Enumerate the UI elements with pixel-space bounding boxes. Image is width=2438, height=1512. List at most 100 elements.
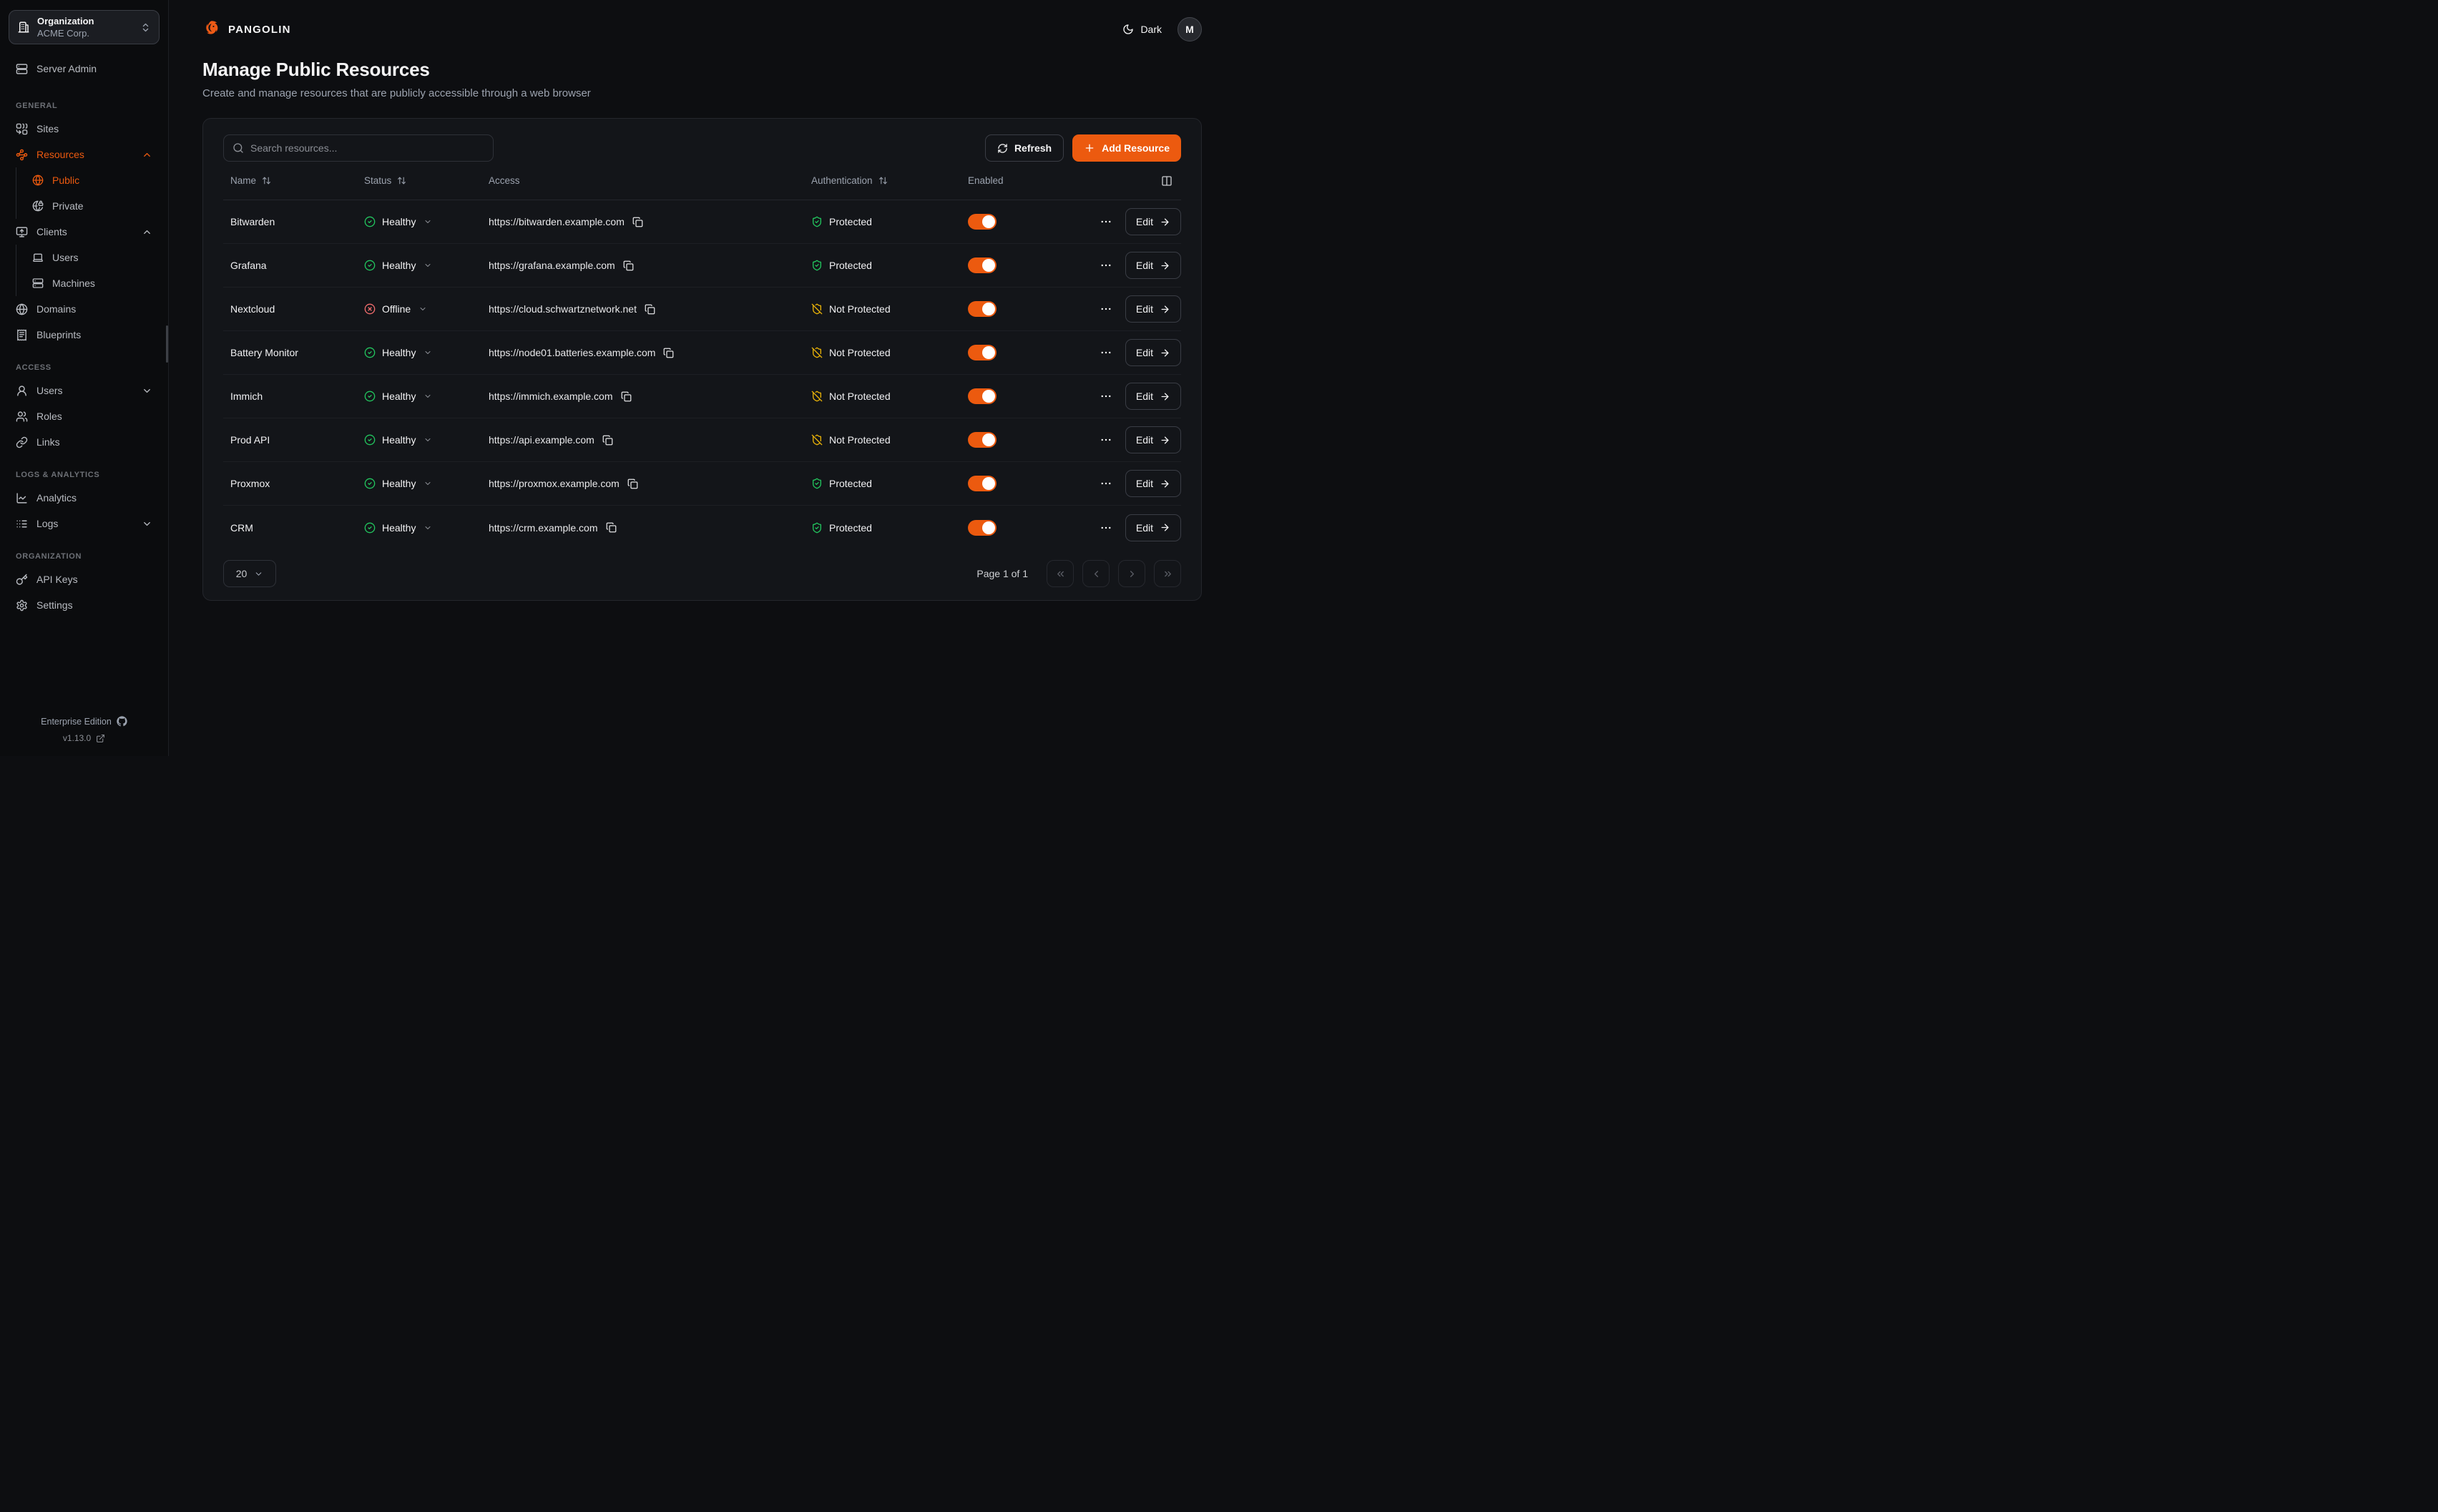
next-page-button[interactable] (1118, 560, 1145, 587)
edition-link[interactable]: Enterprise Edition (41, 716, 127, 727)
sidebar-item-settings[interactable]: Settings (9, 592, 160, 618)
sidebar-item-analytics[interactable]: Analytics (9, 485, 160, 511)
enabled-toggle[interactable] (968, 476, 997, 491)
chevron-down-icon (418, 305, 427, 313)
sidebar-item-users[interactable]: Users (9, 378, 160, 403)
copy-url-button[interactable] (645, 304, 655, 315)
sidebar-item-label: Roles (36, 411, 152, 422)
add-resource-button[interactable]: Add Resource (1072, 134, 1181, 162)
resource-url[interactable]: https://proxmox.example.com (489, 478, 620, 489)
sidebar-item-public[interactable]: Public (25, 167, 160, 193)
edit-button[interactable]: Edit (1125, 426, 1181, 453)
ellipsis-icon (1100, 477, 1112, 490)
sidebar-item-machines[interactable]: Machines (25, 270, 160, 296)
status-cell[interactable]: Healthy (357, 216, 481, 227)
brand[interactable]: PANGOLIN (202, 20, 291, 39)
sidebar-item-client-users[interactable]: Users (25, 245, 160, 270)
server-icon (16, 63, 28, 75)
sidebar-item-blueprints[interactable]: Blueprints (9, 322, 160, 348)
row-menu-button[interactable] (1100, 303, 1112, 315)
sort-button-authentication[interactable] (878, 176, 888, 185)
sidebar-item-server-admin[interactable]: Server Admin (9, 56, 160, 82)
enabled-toggle[interactable] (968, 257, 997, 273)
row-menu-button[interactable] (1100, 390, 1112, 403)
edit-button[interactable]: Edit (1125, 339, 1181, 366)
sidebar-scrollbar[interactable] (166, 325, 168, 363)
resource-name: Immich (223, 391, 357, 402)
status-cell[interactable]: Offline (357, 303, 481, 315)
version-link[interactable]: v1.13.0 (63, 733, 105, 743)
sidebar-item-sites[interactable]: Sites (9, 116, 160, 142)
copy-url-button[interactable] (627, 478, 638, 489)
arrow-right-icon (1160, 304, 1170, 315)
avatar[interactable]: M (1178, 17, 1202, 41)
refresh-button[interactable]: Refresh (985, 134, 1064, 162)
auth-label: Protected (829, 522, 872, 534)
edit-button[interactable]: Edit (1125, 383, 1181, 410)
globe-icon (16, 303, 28, 315)
auth-cell: Protected (804, 260, 961, 271)
sort-button-status[interactable] (397, 176, 406, 185)
first-page-button[interactable] (1047, 560, 1074, 587)
status-cell[interactable]: Healthy (357, 260, 481, 271)
status-cell[interactable]: Healthy (357, 434, 481, 446)
sidebar-item-domains[interactable]: Domains (9, 296, 160, 322)
resource-url[interactable]: https://grafana.example.com (489, 260, 615, 271)
row-menu-button[interactable] (1100, 521, 1112, 534)
chevrons-up-down-icon (140, 22, 151, 33)
enabled-toggle[interactable] (968, 388, 997, 404)
copy-url-button[interactable] (632, 217, 643, 227)
edit-button[interactable]: Edit (1125, 295, 1181, 323)
prev-page-button[interactable] (1082, 560, 1110, 587)
status-cell[interactable]: Healthy (357, 347, 481, 358)
resource-url[interactable]: https://node01.batteries.example.com (489, 347, 655, 358)
copy-url-button[interactable] (602, 435, 613, 446)
sidebar-item-logs[interactable]: Logs (9, 511, 160, 536)
row-menu-button[interactable] (1100, 215, 1112, 228)
sidebar-item-api-keys[interactable]: API Keys (9, 566, 160, 592)
enabled-toggle[interactable] (968, 214, 997, 230)
resource-name: Nextcloud (223, 303, 357, 315)
sidebar-item-links[interactable]: Links (9, 429, 160, 455)
row-menu-button[interactable] (1100, 346, 1112, 359)
enabled-toggle[interactable] (968, 301, 997, 317)
status-cell[interactable]: Healthy (357, 522, 481, 534)
copy-url-button[interactable] (621, 391, 632, 402)
page-size-select[interactable]: 20 (223, 560, 276, 587)
auth-cell: Not Protected (804, 391, 961, 402)
enabled-toggle[interactable] (968, 432, 997, 448)
search-input[interactable] (250, 142, 484, 154)
row-menu-button[interactable] (1100, 477, 1112, 490)
resource-url[interactable]: https://bitwarden.example.com (489, 216, 625, 227)
status-cell[interactable]: Healthy (357, 478, 481, 489)
enabled-toggle[interactable] (968, 345, 997, 360)
edit-button[interactable]: Edit (1125, 208, 1181, 235)
row-menu-button[interactable] (1100, 433, 1112, 446)
column-visibility-button[interactable] (1160, 174, 1174, 188)
sidebar-item-resources[interactable]: Resources (9, 142, 160, 167)
sidebar-item-private[interactable]: Private (25, 193, 160, 219)
last-page-button[interactable] (1154, 560, 1181, 587)
edit-button[interactable]: Edit (1125, 252, 1181, 279)
edit-button[interactable]: Edit (1125, 470, 1181, 497)
resource-url[interactable]: https://api.example.com (489, 434, 594, 446)
circle-check-icon (364, 391, 376, 402)
sidebar-item-clients[interactable]: Clients (9, 219, 160, 245)
edit-button[interactable]: Edit (1125, 514, 1181, 541)
status-cell[interactable]: Healthy (357, 391, 481, 402)
circle-check-icon (364, 347, 376, 358)
chevron-up-icon (142, 149, 152, 160)
copy-url-button[interactable] (623, 260, 634, 271)
copy-url-button[interactable] (606, 522, 617, 533)
row-menu-button[interactable] (1100, 259, 1112, 272)
column-label: Authentication (811, 175, 873, 186)
enabled-toggle[interactable] (968, 520, 997, 536)
copy-url-button[interactable] (663, 348, 674, 358)
resource-url[interactable]: https://immich.example.com (489, 391, 613, 402)
resource-url[interactable]: https://crm.example.com (489, 522, 598, 534)
theme-toggle-button[interactable]: Dark (1122, 24, 1162, 35)
sort-button-name[interactable] (262, 176, 271, 185)
sidebar-item-roles[interactable]: Roles (9, 403, 160, 429)
org-selector[interactable]: Organization ACME Corp. (9, 10, 160, 44)
resource-url[interactable]: https://cloud.schwartznetwork.net (489, 303, 637, 315)
